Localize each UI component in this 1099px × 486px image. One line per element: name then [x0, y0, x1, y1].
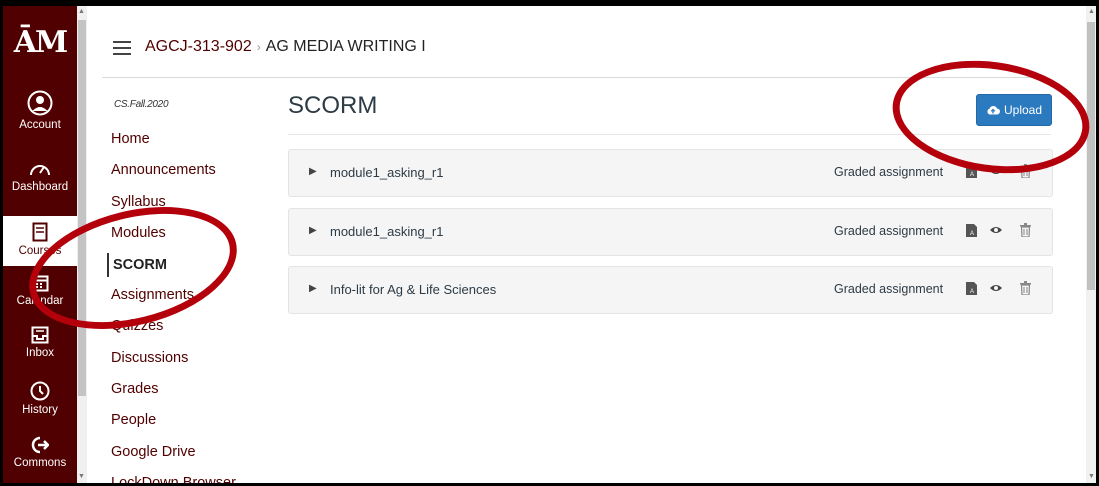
scrollbar-thumb[interactable] — [78, 20, 86, 396]
page-scrollbar[interactable]: ▲ ▼ — [1086, 6, 1096, 483]
svg-text:A: A — [970, 289, 974, 295]
calendar-icon — [31, 275, 49, 292]
nav-commons-label: Commons — [13, 457, 67, 469]
nav-account-label: Account — [19, 119, 61, 131]
package-kind: Graded assignment — [834, 165, 944, 179]
course-menu: Home Announcements Syllabus Modules SCOR… — [107, 124, 257, 483]
course-menu-announcements[interactable]: Announcements — [107, 155, 257, 186]
commons-icon — [31, 436, 49, 454]
upload-button-label: Upload — [1003, 103, 1043, 117]
breadcrumb-separator: › — [256, 40, 261, 54]
course-menu-discussions[interactable]: Discussions — [107, 343, 257, 374]
university-logo[interactable]: ĀM — [3, 6, 77, 78]
scorm-package-row[interactable]: ▶ module1_asking_r1 Graded assignment A — [288, 149, 1053, 197]
upload-button[interactable]: Upload — [976, 94, 1052, 126]
nav-courses[interactable]: Courses — [3, 216, 77, 266]
package-name: module1_asking_r1 — [330, 165, 444, 180]
breadcrumb-bar: AGCJ-313-902 › AG MEDIA WRITING I — [87, 6, 1086, 78]
global-nav: ĀM Account Dashboard Courses Calendar In… — [3, 6, 87, 483]
page-scrollbar-thumb[interactable] — [1087, 22, 1095, 290]
course-menu-google-drive[interactable]: Google Drive — [107, 437, 257, 468]
preview-eye-icon[interactable] — [989, 283, 1003, 293]
course-term: CS.Fall.2020 — [114, 99, 169, 110]
nav-courses-label: Courses — [18, 245, 62, 257]
svg-text:A: A — [970, 172, 974, 178]
account-icon — [27, 90, 53, 116]
logo-text: ĀM — [13, 24, 69, 60]
course-menu-syllabus[interactable]: Syllabus — [107, 187, 257, 218]
course-menu-modules[interactable]: Modules — [107, 218, 257, 249]
preview-eye-icon[interactable] — [989, 225, 1003, 235]
package-kind: Graded assignment — [834, 282, 944, 296]
nav-history[interactable]: History — [3, 381, 77, 417]
cloud-upload-icon — [987, 106, 1000, 115]
trash-icon[interactable] — [1020, 223, 1031, 237]
svg-text:A: A — [970, 231, 974, 237]
grade-file-icon[interactable]: A — [965, 223, 978, 238]
nav-calendar[interactable]: Calendar — [3, 274, 77, 308]
expand-triangle-icon[interactable]: ▶ — [309, 225, 317, 236]
grade-file-icon[interactable]: A — [965, 281, 978, 296]
nav-commons[interactable]: Commons — [3, 436, 77, 470]
preview-eye-icon[interactable] — [989, 166, 1003, 176]
breadcrumb: AGCJ-313-902 › AG MEDIA WRITING I — [145, 38, 426, 56]
page-title: SCORM — [288, 92, 378, 119]
trash-icon[interactable] — [1020, 281, 1031, 295]
course-menu-grades[interactable]: Grades — [107, 374, 257, 405]
package-name: Info-lit for Ag & Life Sciences — [330, 282, 497, 297]
global-nav-scrollbar[interactable]: ▲ ▼ — [77, 6, 87, 483]
package-name: module1_asking_r1 — [330, 224, 444, 239]
nav-history-label: History — [22, 404, 58, 416]
header-divider — [102, 77, 1047, 78]
course-menu-people[interactable]: People — [107, 405, 257, 436]
grade-file-icon[interactable]: A — [965, 164, 978, 179]
nav-dashboard-label: Dashboard — [11, 181, 69, 193]
course-menu-scorm[interactable]: SCORM — [107, 253, 257, 278]
expand-triangle-icon[interactable]: ▶ — [309, 283, 317, 294]
browser-viewport: ĀM Account Dashboard Courses Calendar In… — [3, 6, 1096, 483]
package-kind: Graded assignment — [834, 224, 944, 238]
trash-icon[interactable] — [1020, 164, 1031, 178]
breadcrumb-current: AG MEDIA WRITING I — [265, 38, 426, 55]
nav-calendar-label: Calendar — [16, 295, 64, 307]
hamburger-menu-icon[interactable] — [113, 41, 131, 59]
course-menu-home[interactable]: Home — [107, 124, 257, 155]
nav-inbox[interactable]: Inbox — [3, 326, 77, 360]
history-icon — [30, 381, 50, 401]
course-menu-quizzes[interactable]: Quizzes — [107, 311, 257, 342]
nav-account[interactable]: Account — [3, 90, 77, 132]
dashboard-icon — [30, 165, 50, 176]
courses-icon — [32, 222, 48, 242]
course-menu-lockdown-browser[interactable]: LockDown Browser — [107, 468, 257, 483]
expand-triangle-icon[interactable]: ▶ — [309, 166, 317, 177]
nav-dashboard[interactable]: Dashboard — [3, 160, 77, 194]
nav-inbox-label: Inbox — [25, 347, 55, 359]
course-menu-assignments[interactable]: Assignments — [107, 280, 257, 311]
scorm-package-row[interactable]: ▶ module1_asking_r1 Graded assignment A — [288, 208, 1053, 256]
inbox-icon — [31, 326, 49, 344]
breadcrumb-course-link[interactable]: AGCJ-313-902 — [145, 38, 252, 55]
title-divider — [288, 134, 1051, 135]
scorm-package-row[interactable]: ▶ Info-lit for Ag & Life Sciences Graded… — [288, 266, 1053, 314]
